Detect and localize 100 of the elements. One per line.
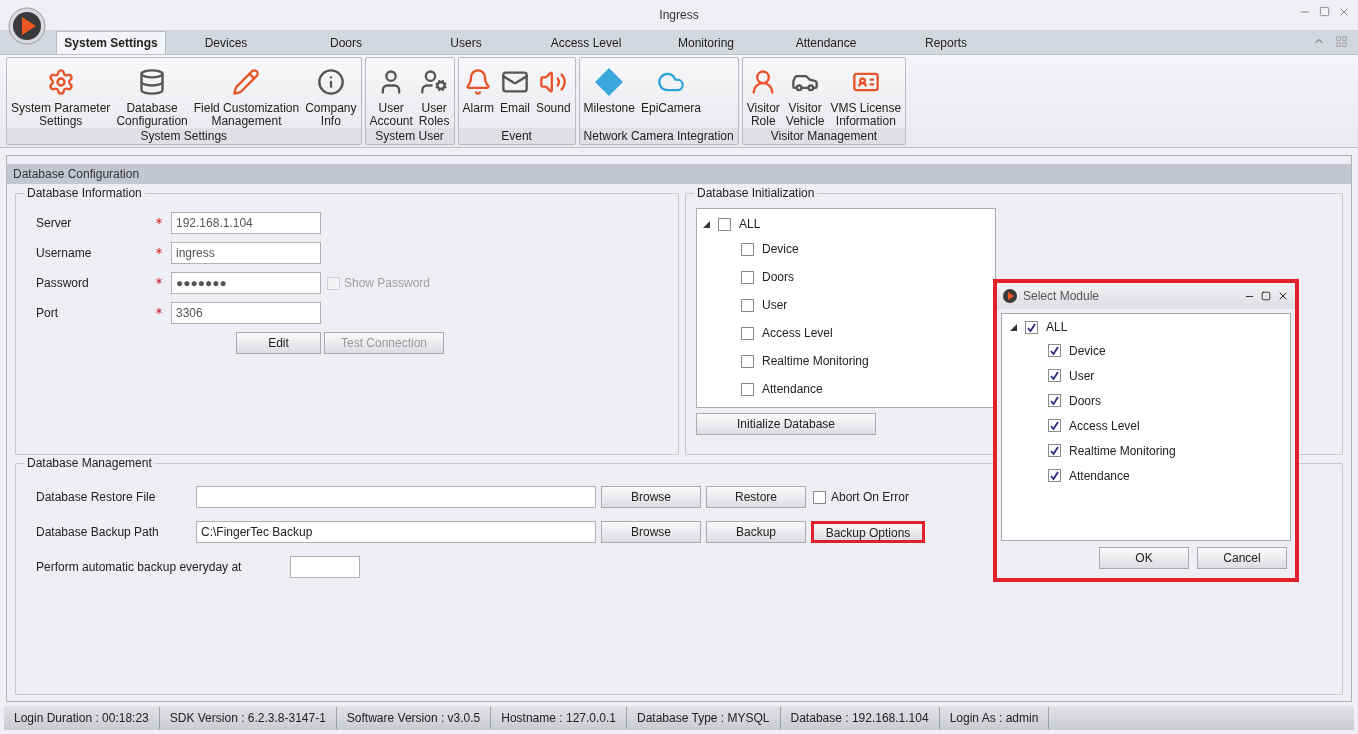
close-icon[interactable]	[1277, 290, 1289, 302]
ribbon-button[interactable]: Database Configuration	[114, 62, 190, 128]
ribbon-button[interactable]: System Parameter Settings	[9, 62, 113, 128]
ribbon-group-title: System Settings	[7, 128, 361, 144]
tree-item-label: Access Level	[762, 325, 833, 342]
field-label: Username	[36, 245, 93, 262]
tree-item-label: Realtime Monitoring	[762, 353, 869, 370]
ribbon-button[interactable]: Visitor Vehicle	[783, 62, 827, 128]
group-title: Database Initialization	[694, 186, 818, 200]
gears-icon	[46, 68, 75, 96]
checkbox[interactable]	[1048, 419, 1061, 432]
ribbon-button[interactable]: Alarm	[460, 62, 496, 128]
tree-item-label: Device	[762, 241, 799, 258]
checkbox[interactable]	[813, 490, 826, 504]
group-title: Database Information	[24, 186, 145, 200]
checkbox[interactable]	[718, 217, 731, 231]
button[interactable]: Backup Options	[811, 521, 925, 543]
button[interactable]: Restore	[706, 486, 806, 508]
status-item: SDK Version : 6.2.3.8-3147-1	[159, 707, 337, 729]
tree-item-label: User	[762, 297, 788, 314]
ribbon-group-title: Event	[458, 128, 575, 144]
maximize-icon[interactable]	[1261, 291, 1271, 301]
status-item: Hostname : 127.0.0.1	[491, 707, 627, 729]
tree-item-label: User	[1069, 367, 1095, 385]
checkbox[interactable]	[1048, 444, 1061, 457]
ribbon-button[interactable]: EpiCamera	[638, 62, 703, 128]
panel-title: Database Configuration	[13, 166, 140, 183]
ribbon-group-title: System User	[365, 128, 454, 144]
checkbox-label: Abort On Error	[831, 489, 910, 506]
button[interactable]: Backup	[706, 521, 806, 543]
checkbox[interactable]	[741, 298, 754, 312]
collapse-triangle-icon[interactable]	[1010, 323, 1017, 331]
checkbox[interactable]	[1048, 394, 1061, 407]
button[interactable]: OK	[1099, 547, 1189, 569]
tree-item-label: ALL	[1046, 319, 1068, 336]
tree-item-label: Attendance	[1069, 467, 1130, 485]
checkbox[interactable]	[1048, 369, 1061, 382]
ribbon-button[interactable]: VMS License Information	[828, 62, 904, 128]
input-field[interactable]	[196, 486, 596, 508]
ribbon-tab[interactable]: Monitoring	[646, 31, 766, 54]
status-item: Login As : admin	[939, 707, 1050, 729]
database-icon	[138, 68, 167, 96]
checkbox[interactable]	[741, 270, 754, 284]
ribbon-button[interactable]: Company Info	[303, 62, 359, 128]
button[interactable]: Initialize Database	[696, 413, 876, 435]
field-label: Perform automatic backup everyday at	[36, 559, 243, 576]
restore-icon[interactable]	[1319, 6, 1330, 17]
time-field[interactable]	[290, 556, 360, 578]
ribbon-tab[interactable]: Devices	[166, 31, 286, 54]
button[interactable]: Edit	[236, 332, 321, 354]
tree-item-label: Attendance	[762, 381, 823, 398]
status-item: Login Duration : 00:18:23	[4, 707, 160, 729]
status-item: Database : 192.168.1.104	[780, 707, 940, 729]
input-field[interactable]: C:\FingerTec Backup	[196, 521, 596, 543]
collapse-triangle-icon[interactable]	[703, 220, 710, 228]
app-logo-icon	[1003, 289, 1017, 303]
tree-item-label: Doors	[762, 269, 794, 286]
checkbox[interactable]	[741, 242, 754, 256]
tree-item-label: Realtime Monitoring	[1069, 442, 1176, 460]
pencil-icon	[232, 68, 261, 96]
tree-item-label: Device	[1069, 342, 1106, 360]
ribbon-button[interactable]: Visitor Role	[744, 62, 782, 128]
diamond-icon	[594, 67, 625, 97]
input-field[interactable]: 3306	[171, 302, 321, 324]
field-label: Port	[36, 305, 59, 322]
checkbox[interactable]	[1048, 469, 1061, 482]
ribbon-button[interactable]: Email	[497, 62, 532, 128]
field-label: Password	[36, 275, 90, 292]
ribbon-button[interactable]: Field Customization Management	[191, 62, 302, 128]
info-icon	[316, 68, 345, 96]
tree-item-label: ALL	[739, 216, 761, 233]
checkbox[interactable]	[741, 326, 754, 340]
ribbon-tab[interactable]: System Settings	[56, 31, 166, 54]
button[interactable]: Browse	[601, 521, 701, 543]
checkbox[interactable]	[1025, 320, 1038, 334]
group-title: Database Management	[24, 456, 155, 470]
ribbon-tab[interactable]: Reports	[886, 31, 1006, 54]
checkbox-label: Show Password	[344, 275, 431, 292]
checkbox[interactable]	[741, 382, 754, 396]
input-field[interactable]: ●●●●●●●	[171, 272, 321, 294]
checkbox[interactable]	[741, 354, 754, 368]
status-item: Database Type : MYSQL	[627, 707, 781, 729]
ribbon-button[interactable]: User Account	[367, 62, 415, 128]
bell-icon	[464, 68, 493, 96]
input-field[interactable]: ingress	[171, 242, 321, 264]
ribbon-button[interactable]: User Roles	[416, 62, 452, 128]
button[interactable]: Browse	[601, 486, 701, 508]
checkbox[interactable]	[1048, 344, 1061, 357]
input-field[interactable]: 192.168.1.104	[171, 212, 321, 234]
tree-item-label: Access Level	[1069, 417, 1140, 435]
field-label: Database Backup Path	[36, 524, 160, 541]
ribbon-tab[interactable]: Doors	[286, 31, 406, 54]
ribbon-tab[interactable]: Users	[406, 31, 526, 54]
ribbon-tab[interactable]: Attendance	[766, 31, 886, 54]
ribbon-button[interactable]: Milestone	[581, 62, 637, 128]
ribbon-tab[interactable]: Access Level	[526, 31, 646, 54]
dialog-title: Select Module	[1023, 288, 1101, 305]
tree-item-label: Doors	[1069, 392, 1101, 410]
ribbon-button[interactable]: Sound	[533, 62, 573, 128]
button[interactable]: Cancel	[1197, 547, 1287, 569]
